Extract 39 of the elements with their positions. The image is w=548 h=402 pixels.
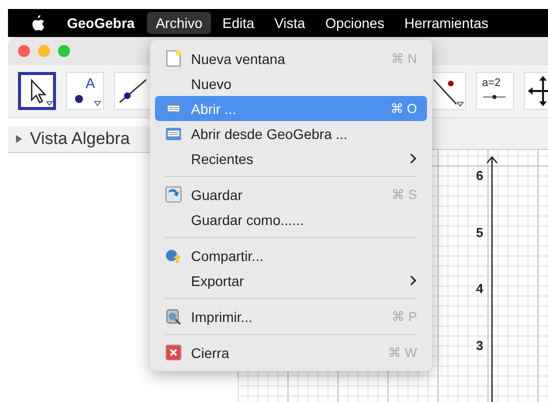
menu-item[interactable]: Exportar <box>155 268 427 293</box>
menu-item[interactable]: Guardar ⌘ S <box>155 182 427 207</box>
axis-tick-label: 6 <box>476 168 484 183</box>
menu-bar-item[interactable]: Opciones <box>316 12 394 34</box>
menu-item[interactable]: Nuevo <box>155 71 427 96</box>
print-icon <box>165 308 182 325</box>
view-title: Vista Algebra <box>30 129 130 149</box>
apple-icon[interactable] <box>30 14 45 32</box>
menu-bar-item[interactable]: Herramientas <box>395 12 498 34</box>
menu-bar-item[interactable]: Archivo <box>146 12 212 34</box>
expand-icon[interactable] <box>16 135 22 143</box>
slider-label: a=2 <box>482 77 501 89</box>
menu-item[interactable]: Nueva ventana ⌘ N <box>155 46 427 71</box>
keyboard-shortcut: ⌘ P <box>392 309 417 324</box>
point-tool-button[interactable]: A <box>66 72 104 110</box>
menu-item[interactable]: Cierra ⌘ W <box>155 340 427 365</box>
dropdown-triangle-icon[interactable] <box>94 101 101 106</box>
share-icon <box>165 247 182 264</box>
menu-item[interactable]: Imprimir... ⌘ P <box>155 304 427 329</box>
menu-bar-item[interactable]: Vista <box>265 12 314 34</box>
keyboard-shortcut: ⌘ W <box>388 345 417 360</box>
app-name[interactable]: GeoGebra <box>67 15 135 31</box>
menu-item[interactable]: Guardar como...... <box>155 207 427 232</box>
menu-bar-item[interactable]: Edita <box>213 12 264 34</box>
point-icon <box>75 95 83 103</box>
slider-tool-button[interactable]: a=2 <box>476 72 514 110</box>
line-tool-button[interactable] <box>114 72 152 110</box>
close-icon <box>165 344 182 361</box>
axis-tick-label: 3 <box>476 338 484 352</box>
keyboard-shortcut: ⌘ O <box>390 101 417 116</box>
document-icon <box>165 50 182 67</box>
menu-item[interactable]: Compartir... <box>155 243 427 268</box>
axis-tick-label: 4 <box>476 281 484 296</box>
keyboard-shortcut: ⌘ S <box>392 187 417 202</box>
axis-tick-label: 5 <box>476 224 484 240</box>
point-label: A <box>86 75 95 91</box>
select-tool-button[interactable] <box>18 72 56 110</box>
save-icon <box>165 186 182 203</box>
keyboard-shortcut: ⌘ N <box>391 51 417 66</box>
